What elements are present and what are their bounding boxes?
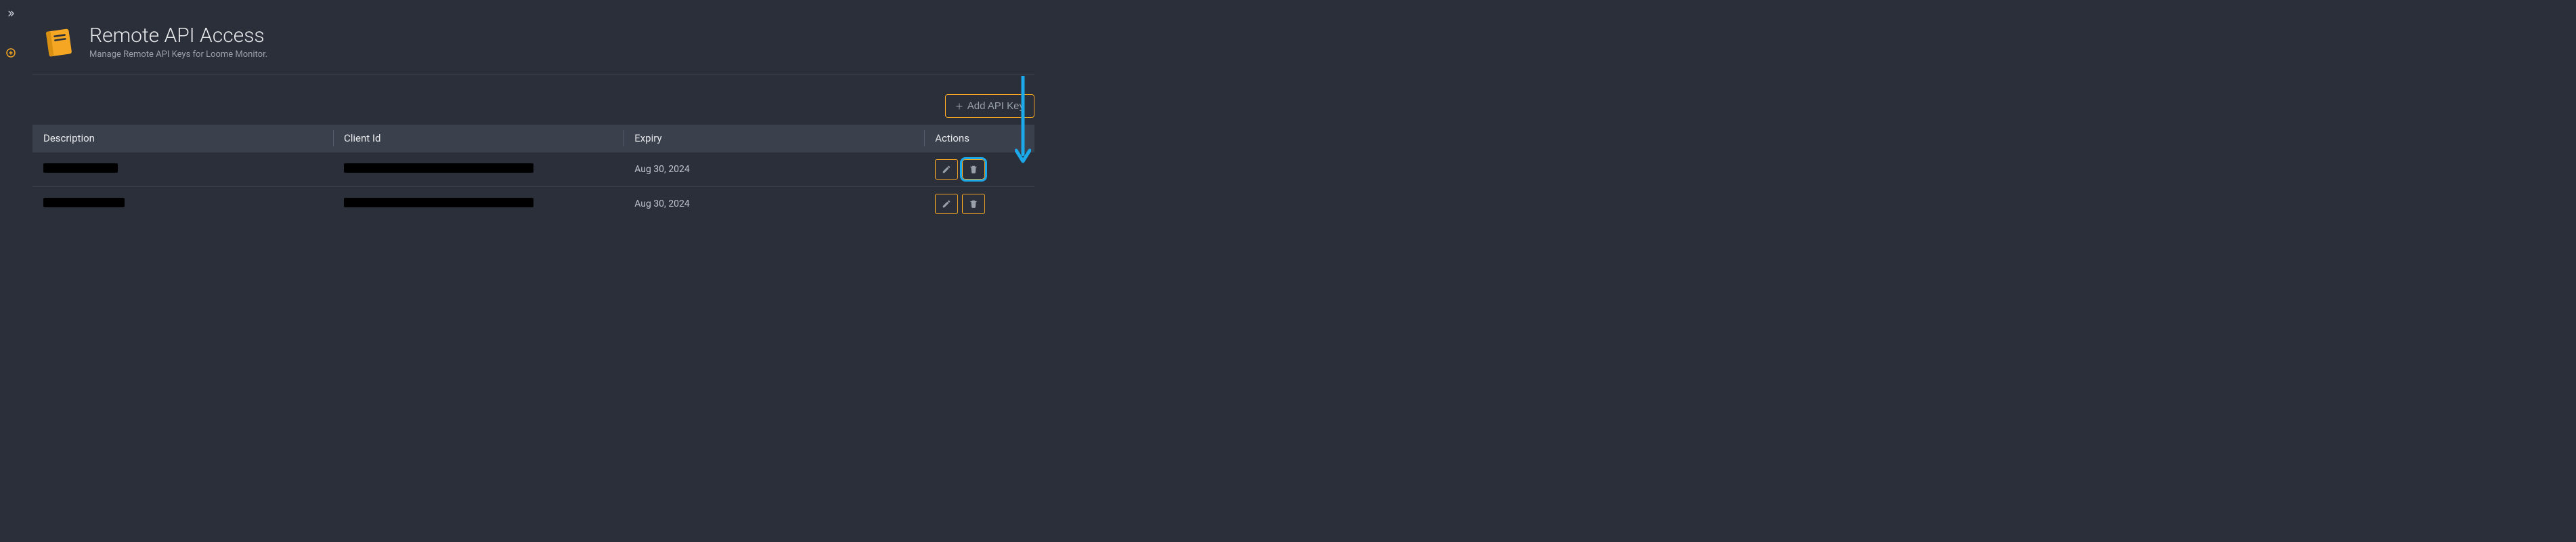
col-client-id[interactable]: Client Id	[333, 125, 624, 152]
redacted-client-id	[344, 198, 533, 207]
add-api-key-button[interactable]: Add API Key	[945, 94, 1034, 118]
redacted-description	[43, 163, 118, 173]
expiry-cell: Aug 30, 2024	[624, 187, 924, 222]
delete-button[interactable]	[962, 159, 985, 180]
col-actions[interactable]: Actions	[924, 125, 1034, 152]
col-expiry[interactable]: Expiry	[624, 125, 924, 152]
expand-sidebar-button[interactable]	[3, 5, 19, 22]
plus-icon	[955, 102, 963, 110]
edit-button[interactable]	[935, 159, 958, 180]
redacted-description	[43, 198, 125, 207]
left-rail	[0, 0, 22, 542]
expiry-cell: Aug 30, 2024	[624, 152, 924, 187]
edit-button[interactable]	[935, 194, 958, 214]
add-api-key-label: Add API Key	[967, 100, 1024, 112]
pencil-icon	[942, 165, 951, 174]
api-keys-table: Description Client Id Expiry Actions Aug…	[32, 125, 1034, 221]
table-row: Aug 30, 2024	[32, 187, 1034, 222]
redacted-client-id	[344, 163, 533, 173]
table-row: Aug 30, 2024	[32, 152, 1034, 187]
page-subtitle: Manage Remote API Keys for Loome Monitor…	[89, 49, 267, 60]
add-button[interactable]	[3, 45, 19, 61]
trash-icon	[969, 199, 978, 209]
main-content: Remote API Access Manage Remote API Keys…	[32, 24, 1034, 221]
page-header: Remote API Access Manage Remote API Keys…	[32, 24, 1034, 75]
trash-icon	[969, 165, 978, 174]
toolbar: Add API Key	[32, 94, 1034, 118]
delete-button[interactable]	[962, 194, 985, 214]
pencil-icon	[942, 199, 951, 209]
page-title: Remote API Access	[89, 24, 267, 47]
col-description[interactable]: Description	[32, 125, 333, 152]
book-icon	[41, 24, 77, 61]
chevron-double-right-icon	[6, 9, 16, 18]
plus-circle-icon	[5, 47, 16, 58]
